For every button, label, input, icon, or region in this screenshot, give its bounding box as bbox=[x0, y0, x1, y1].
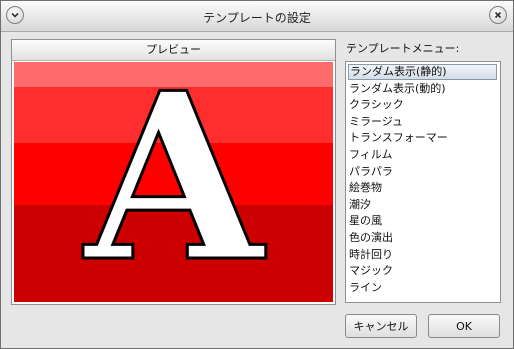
template-list-item[interactable]: 時計回り bbox=[349, 247, 393, 263]
template-list-item[interactable]: 絵巻物 bbox=[349, 180, 382, 196]
ok-button[interactable]: OK bbox=[428, 314, 500, 338]
template-list[interactable]: ランダム表示(静的) ランダム表示(動的) クラシック ミラージュ トランスフォーマーフ… bbox=[345, 61, 501, 303]
template-list-item[interactable]: トランスフォーマー bbox=[349, 130, 448, 146]
preview-panel: プレビュー A bbox=[11, 39, 336, 305]
template-list-item[interactable]: パラパラ bbox=[349, 164, 393, 180]
cancel-button[interactable]: キャンセル bbox=[345, 314, 417, 338]
window-title: テンプレートの設定 bbox=[203, 11, 311, 25]
template-list-item[interactable]: ランダム表示(静的) bbox=[348, 64, 497, 80]
template-list-item[interactable]: ミラージュ bbox=[349, 114, 403, 130]
title-bar: テンプレートの設定 bbox=[1, 1, 513, 32]
close-icon bbox=[494, 11, 502, 19]
template-list-item[interactable]: 色の演出 bbox=[349, 230, 393, 246]
preview-header: プレビュー bbox=[12, 40, 335, 61]
close-button[interactable] bbox=[489, 6, 507, 24]
template-list-item[interactable]: ランダム表示(動的) bbox=[349, 81, 446, 97]
template-list-item[interactable]: 星の風 bbox=[349, 213, 382, 229]
preview-image: A bbox=[14, 62, 333, 302]
template-list-item[interactable]: ライン bbox=[349, 280, 382, 296]
template-list-item[interactable]: マジック bbox=[349, 263, 393, 279]
template-list-item[interactable]: フィルム bbox=[349, 147, 393, 163]
template-settings-dialog: テンプレートの設定 プレビュー A テンプレートメニュー: ランダム表示(静的)… bbox=[0, 0, 514, 349]
template-menu-label: テンプレートメニュー: bbox=[346, 42, 460, 55]
preview-letter: A bbox=[83, 62, 267, 302]
template-list-item[interactable]: クラシック bbox=[349, 97, 404, 113]
template-list-item[interactable]: 潮汐 bbox=[349, 197, 371, 213]
